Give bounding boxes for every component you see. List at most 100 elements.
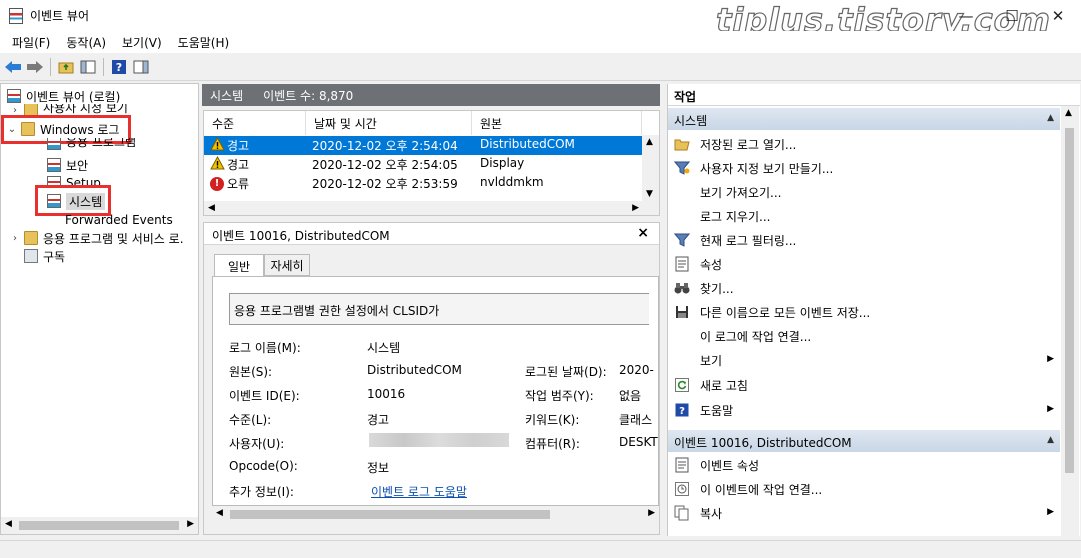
collapse-icon[interactable]: ▲ — [1047, 113, 1054, 123]
action-filter-current-log[interactable]: 현재 로그 필터링... — [668, 228, 1060, 252]
tree-item-apps-services[interactable]: › 응용 프로그램 및 서비스 로. — [9, 229, 184, 247]
action-copy[interactable]: 복사 ▶ — [668, 501, 1060, 525]
menu-bar: 파일(F) 동작(A) 보기(V) 도움말(H) — [0, 31, 1081, 53]
close-window-button[interactable]: ✕ — [1035, 0, 1081, 31]
action-open-saved-log[interactable]: 저장된 로그 열기... — [668, 132, 1060, 156]
category-label: 작업 범주(Y): — [525, 389, 594, 403]
tree-item-label: 보안 — [66, 158, 89, 173]
tree-item-label: 구독 — [43, 249, 66, 264]
attach-task-icon — [674, 328, 690, 344]
list-vertical-scrollbar[interactable]: ▲ ▼ — [642, 135, 659, 201]
action-label: 속성 — [700, 257, 723, 272]
detail-horizontal-scrollbar[interactable]: ◀ ▶ — [212, 506, 659, 521]
menu-help[interactable]: 도움말(H) — [170, 31, 238, 53]
list-horizontal-scrollbar[interactable]: ◀ ▶ — [204, 201, 659, 215]
show-hide-console-tree-icon[interactable] — [79, 58, 97, 76]
title-bar: 이벤트 뷰어 tiplus.tistory.com — ☐ ✕ — [0, 0, 1081, 40]
folder-up-icon[interactable] — [57, 58, 75, 76]
action-label: 복사 — [700, 506, 723, 521]
tree-item-label: 응용 프로그램 및 서비스 로. — [43, 231, 184, 246]
event-description[interactable]: 응용 프로그램별 권한 설정에서 CLSID가 — [229, 293, 649, 325]
window-title: 이벤트 뷰어 — [30, 9, 90, 23]
table-row[interactable]: ! 오류 2020-12-02 오후 2:53:59 nvlddmkm — [204, 174, 642, 193]
event-log-help-link[interactable]: 이벤트 로그 도움말 — [371, 483, 467, 500]
submenu-arrow-icon: ▶ — [1047, 404, 1054, 414]
action-properties[interactable]: 속성 — [668, 252, 1060, 276]
table-row[interactable]: 경고 2020-12-02 오후 2:54:05 Display — [204, 155, 642, 174]
filter-star-icon — [674, 160, 690, 176]
row-date: 2020-12-02 오후 2:54:05 — [312, 158, 458, 172]
close-icon[interactable]: × — [637, 225, 649, 241]
action-attach-task-to-log[interactable]: 이 로그에 작업 연결... — [668, 324, 1060, 348]
action-label: 현재 로그 필터링... — [700, 233, 797, 248]
tree-item-forwarded-events[interactable]: Forwarded Events — [65, 211, 173, 229]
chevron-right-icon[interactable]: › — [9, 233, 21, 244]
action-label: 로그 지우기... — [700, 209, 771, 224]
scroll-right-icon[interactable]: ▶ — [187, 519, 194, 529]
action-clear-log[interactable]: 로그 지우기... — [668, 204, 1060, 228]
menu-view[interactable]: 보기(V) — [114, 31, 170, 53]
action-refresh[interactable]: 새로 고침 — [668, 373, 1060, 397]
section-header-system[interactable]: 시스템 ▲ — [668, 108, 1060, 130]
action-help[interactable]: ? 도움말 ▶ — [668, 398, 1060, 422]
scroll-right-icon[interactable]: ▶ — [632, 203, 639, 213]
event-viewer-icon — [7, 89, 21, 103]
action-import-view[interactable]: 보기 가져오기... — [668, 180, 1060, 204]
folder-icon — [24, 231, 38, 245]
scrollbar-thumb[interactable] — [230, 510, 550, 519]
column-header-level[interactable]: 수준 — [204, 111, 306, 135]
action-create-custom-view[interactable]: 사용자 지정 보기 만들기... — [668, 156, 1060, 180]
tree-item-label: 응용 프로그램 — [66, 138, 137, 149]
tree-item-application[interactable]: 응용 프로그램 — [47, 138, 136, 150]
action-attach-task-to-event[interactable]: 이 이벤트에 작업 연결... — [668, 477, 1060, 501]
action-find[interactable]: 찾기... — [668, 276, 1060, 300]
tree-item-subscriptions[interactable]: 구독 — [24, 247, 65, 265]
action-event-properties[interactable]: 이벤트 속성 — [668, 453, 1060, 477]
tree-item-security[interactable]: 보안 — [47, 156, 88, 174]
tab-general[interactable]: 일반 — [214, 254, 264, 278]
column-header-date[interactable]: 날짜 및 시간 — [306, 111, 472, 135]
scrollbar-thumb[interactable] — [1065, 128, 1074, 473]
table-row[interactable]: 경고 2020-12-02 오후 2:54:04 DistributedCOM — [204, 136, 642, 155]
more-info-label: 추가 정보(I): — [229, 485, 294, 499]
scroll-left-icon[interactable]: ◀ — [216, 508, 223, 518]
maximize-button[interactable]: ☐ — [989, 0, 1035, 31]
log-name-label: 로그 이름(M): — [229, 341, 301, 355]
scroll-right-icon[interactable]: ▶ — [648, 508, 655, 518]
detail-title-text: 이벤트 10016, DistributedCOM — [212, 229, 390, 243]
show-hide-action-pane-icon[interactable] — [132, 58, 150, 76]
detail-title: 이벤트 10016, DistributedCOM × — [204, 223, 659, 245]
scroll-down-icon[interactable]: ▼ — [646, 189, 653, 199]
section-header-event[interactable]: 이벤트 10016, DistributedCOM ▲ — [668, 430, 1060, 452]
column-header-source[interactable]: 원본 — [472, 111, 642, 135]
clear-icon — [674, 208, 690, 224]
logged-label: 로그된 날짜(D): — [525, 365, 607, 379]
tab-details[interactable]: 자세히 — [264, 254, 310, 276]
subscriptions-icon — [24, 249, 38, 263]
actions-vertical-scrollbar[interactable]: ▲ — [1061, 106, 1079, 536]
event-detail-pane: 이벤트 10016, DistributedCOM × 일반 자세히 응용 프로… — [203, 222, 660, 535]
tree-horizontal-scrollbar[interactable]: ◀ ▶ — [1, 517, 198, 534]
action-label: 보기 가져오기... — [700, 185, 782, 200]
action-view[interactable]: 보기 ▶ — [668, 348, 1060, 372]
action-label: 이벤트 속성 — [700, 458, 760, 473]
scroll-left-icon[interactable]: ◀ — [208, 203, 215, 213]
minimize-button[interactable]: — — [943, 0, 989, 31]
back-arrow-icon[interactable] — [4, 58, 22, 76]
filter-icon — [674, 232, 690, 248]
action-label: 다른 이름으로 모든 이벤트 저장... — [700, 305, 871, 320]
action-label: 이 이벤트에 작업 연결... — [700, 482, 823, 497]
scroll-left-icon[interactable]: ◀ — [5, 519, 12, 529]
tree-item-root[interactable]: 이벤트 뷰어 (로컬) — [7, 87, 120, 105]
forward-arrow-icon[interactable] — [26, 58, 44, 76]
menu-action[interactable]: 동작(A) — [58, 31, 114, 53]
scroll-up-icon[interactable]: ▲ — [1065, 108, 1072, 118]
action-save-all-events-as[interactable]: 다른 이름으로 모든 이벤트 저장... — [668, 300, 1060, 324]
help-icon[interactable]: ? — [110, 58, 128, 76]
scrollbar-thumb[interactable] — [19, 521, 179, 530]
scroll-up-icon[interactable]: ▲ — [646, 137, 653, 147]
action-label: 새로 고침 — [700, 378, 748, 393]
warning-icon — [210, 137, 225, 151]
collapse-icon[interactable]: ▲ — [1047, 435, 1054, 445]
menu-file[interactable]: 파일(F) — [4, 31, 58, 53]
